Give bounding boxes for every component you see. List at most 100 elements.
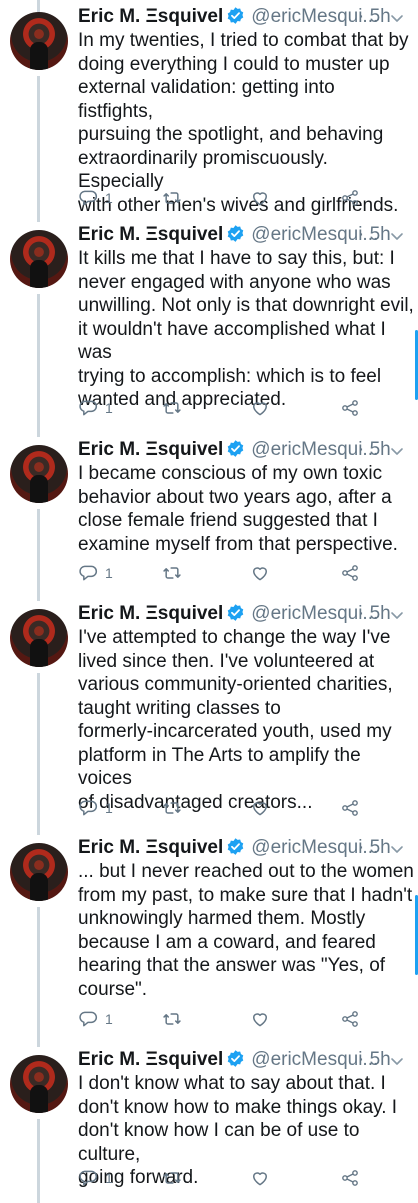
share-icon <box>340 563 360 583</box>
tweet-actions: 1 <box>78 187 378 209</box>
reply-button[interactable]: 1 <box>78 797 113 819</box>
reply-button[interactable]: 1 <box>78 397 113 419</box>
thread-line <box>37 76 40 222</box>
retweet-icon <box>162 563 182 583</box>
tweet-header: Eric M. Ξsquivel @ericMesqui... · 5h <box>78 1047 410 1073</box>
timestamp[interactable]: · 5h <box>358 222 391 248</box>
reply-button[interactable]: 1 <box>78 562 113 584</box>
chevron-down-icon[interactable] <box>390 1050 404 1065</box>
thread-line <box>37 0 40 12</box>
display-name[interactable]: Eric M. Ξsquivel <box>78 439 223 460</box>
tweet-actions: 1 <box>78 397 378 419</box>
verified-badge-icon <box>226 439 245 458</box>
reply-count: 1 <box>105 565 113 581</box>
tweet-text: ... but I never reached out to the women… <box>78 861 414 1000</box>
reply-count: 1 <box>105 190 113 206</box>
reply-count: 1 <box>105 800 113 816</box>
reply-icon <box>78 1168 98 1188</box>
avatar[interactable] <box>10 12 68 70</box>
reply-button[interactable]: 1 <box>78 1167 113 1189</box>
share-button[interactable] <box>340 797 360 819</box>
verified-badge-icon <box>226 224 245 243</box>
reply-icon <box>78 398 98 418</box>
tweet-header: Eric M. Ξsquivel @ericMesqui... · 5h <box>78 437 410 463</box>
retweet-icon <box>162 1009 182 1029</box>
share-button[interactable] <box>340 1008 360 1030</box>
like-icon <box>250 798 270 818</box>
share-icon <box>340 1168 360 1188</box>
chevron-down-icon[interactable] <box>390 604 404 619</box>
reply-button[interactable]: 1 <box>78 187 113 209</box>
retweet-button[interactable] <box>162 797 182 819</box>
display-name[interactable]: Eric M. Ξsquivel <box>78 1049 223 1070</box>
retweet-button[interactable] <box>162 562 182 584</box>
like-button[interactable] <box>250 1008 270 1030</box>
display-name[interactable]: Eric M. Ξsquivel <box>78 224 223 245</box>
chevron-down-icon[interactable] <box>390 7 404 22</box>
retweet-button[interactable] <box>162 1167 182 1189</box>
chevron-down-icon[interactable] <box>390 838 404 853</box>
reply-icon <box>78 188 98 208</box>
avatar[interactable] <box>10 1055 68 1113</box>
timestamp[interactable]: · 5h <box>358 1047 391 1073</box>
share-button[interactable] <box>340 187 360 209</box>
avatar[interactable] <box>10 609 68 667</box>
display-name[interactable]: Eric M. Ξsquivel <box>78 837 223 858</box>
tweet[interactable]: Eric M. Ξsquivel @ericMesqui... · 5h I be… <box>0 433 418 601</box>
chevron-down-icon[interactable] <box>390 225 404 240</box>
like-button[interactable] <box>250 1167 270 1189</box>
retweet-button[interactable] <box>162 187 182 209</box>
tweet[interactable]: Eric M. Ξsquivel @ericMesqui... · 5h I've… <box>0 597 418 835</box>
timestamp[interactable]: · 5h <box>358 4 391 30</box>
tweet-header: Eric M. Ξsquivel @ericMesqui... · 5h <box>78 222 410 248</box>
reply-count: 1 <box>105 400 113 416</box>
avatar[interactable] <box>10 230 68 288</box>
tweet[interactable]: Eric M. Ξsquivel @ericMesqui... · 5h I do… <box>0 1043 418 1203</box>
share-button[interactable] <box>340 1167 360 1189</box>
like-button[interactable] <box>250 187 270 209</box>
avatar[interactable] <box>10 445 68 503</box>
thread-line <box>37 509 40 601</box>
avatar[interactable] <box>10 843 68 901</box>
retweet-button[interactable] <box>162 397 182 419</box>
display-name[interactable]: Eric M. Ξsquivel <box>78 603 223 624</box>
reply-icon <box>78 563 98 583</box>
timestamp[interactable]: · 5h <box>358 437 391 463</box>
tweet-header: Eric M. Ξsquivel @ericMesqui... · 5h <box>78 601 410 627</box>
chevron-down-icon[interactable] <box>390 440 404 455</box>
tweet-actions: 1 <box>78 1167 378 1189</box>
thread-line <box>37 294 40 437</box>
retweet-icon <box>162 1168 182 1188</box>
thread-line <box>37 1119 40 1203</box>
verified-badge-icon <box>226 603 245 622</box>
like-icon <box>250 188 270 208</box>
timestamp[interactable]: · 5h <box>358 601 391 627</box>
retweet-icon <box>162 798 182 818</box>
tweet-text: I've attempted to change the way I've li… <box>78 627 393 813</box>
timestamp[interactable]: · 5h <box>358 835 391 861</box>
tweet[interactable]: Eric M. Ξsquivel @ericMesqui... · 5h It k… <box>0 218 418 437</box>
tweet[interactable]: Eric M. Ξsquivel @ericMesqui... · 5h ... … <box>0 831 418 1047</box>
like-button[interactable] <box>250 797 270 819</box>
like-icon <box>250 1009 270 1029</box>
reply-count: 1 <box>105 1170 113 1186</box>
retweet-icon <box>162 188 182 208</box>
share-button[interactable] <box>340 397 360 419</box>
reply-button[interactable]: 1 <box>78 1008 113 1030</box>
share-icon <box>340 398 360 418</box>
like-icon <box>250 1168 270 1188</box>
like-button[interactable] <box>250 397 270 419</box>
share-button[interactable] <box>340 562 360 584</box>
tweet-actions: 1 <box>78 797 378 819</box>
retweet-button[interactable] <box>162 1008 182 1030</box>
tweet-actions: 1 <box>78 562 378 584</box>
tweet-text: I became conscious of my own toxic behav… <box>78 463 398 555</box>
tweet[interactable]: Eric M. Ξsquivel @ericMesqui... · 5h In m… <box>0 0 418 222</box>
thread-line <box>37 907 40 1047</box>
display-name[interactable]: Eric M. Ξsquivel <box>78 6 223 27</box>
like-button[interactable] <box>250 562 270 584</box>
verified-badge-icon <box>226 6 245 25</box>
tweet-header: Eric M. Ξsquivel @ericMesqui... · 5h <box>78 4 410 30</box>
like-icon <box>250 563 270 583</box>
reply-count: 1 <box>105 1011 113 1027</box>
